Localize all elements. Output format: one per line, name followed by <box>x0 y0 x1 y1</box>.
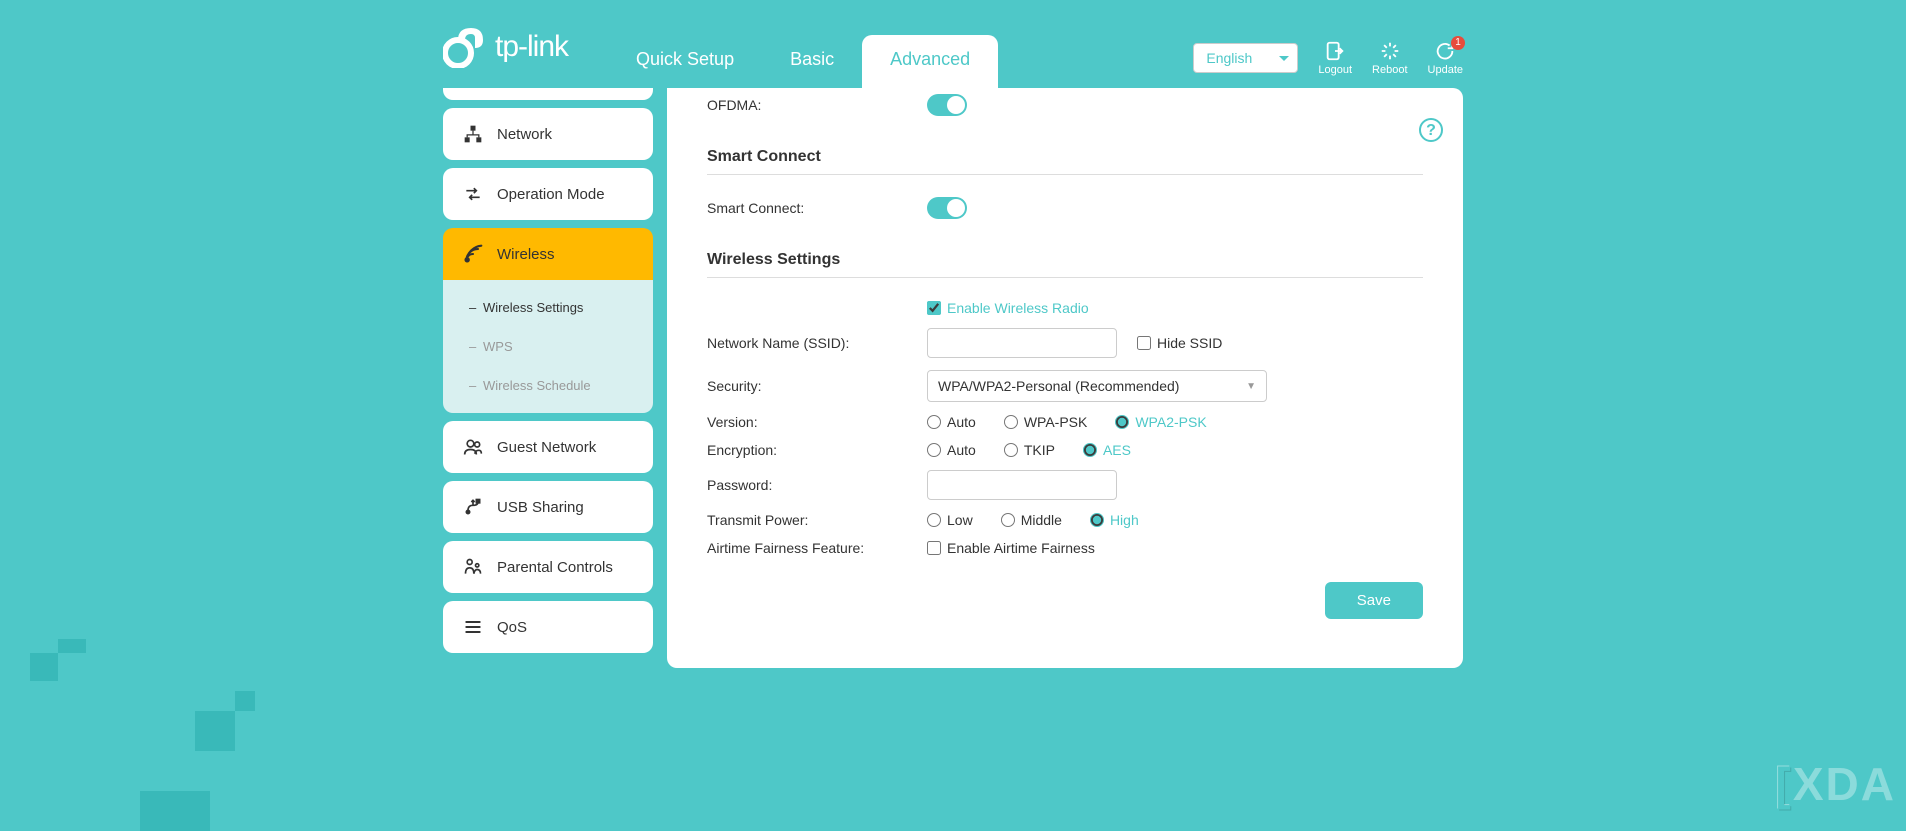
ssid-input[interactable] <box>927 328 1117 358</box>
tab-basic[interactable]: Basic <box>762 35 862 88</box>
sidebar-item-guest-network[interactable]: Guest Network <box>443 421 653 473</box>
enable-wireless-radio-checkbox[interactable]: Enable Wireless Radio <box>927 300 1089 316</box>
ssid-label: Network Name (SSID): <box>707 335 927 351</box>
operation-mode-icon <box>463 184 483 204</box>
network-icon <box>463 124 483 144</box>
save-button[interactable]: Save <box>1325 582 1423 619</box>
version-auto-radio[interactable]: Auto <box>927 414 976 430</box>
tplink-logo-icon <box>443 26 485 68</box>
parental-icon <box>463 557 483 577</box>
update-button[interactable]: 1 Update <box>1428 40 1463 76</box>
hide-ssid-checkbox[interactable]: Hide SSID <box>1137 335 1222 351</box>
security-select[interactable]: WPA/WPA2-Personal (Recommended) <box>927 370 1267 402</box>
logout-icon <box>1324 40 1346 62</box>
smart-connect-toggle[interactable] <box>927 197 967 219</box>
security-label: Security: <box>707 378 927 394</box>
subnav-wireless-settings[interactable]: Wireless Settings <box>443 288 653 327</box>
wireless-icon <box>463 244 483 264</box>
encryption-tkip-radio[interactable]: TKIP <box>1004 442 1055 458</box>
transmit-middle-radio[interactable]: Middle <box>1001 512 1062 528</box>
password-input[interactable] <box>927 470 1117 500</box>
update-badge: 1 <box>1451 36 1465 50</box>
tab-advanced[interactable]: Advanced <box>862 35 998 88</box>
encryption-aes-radio[interactable]: AES <box>1083 442 1131 458</box>
sidebar-item-wireless[interactable]: Wireless <box>443 228 653 280</box>
version-wpapsk-radio[interactable]: WPA-PSK <box>1004 414 1088 430</box>
sidebar: Network Operation Mode Wireless Wireless… <box>443 88 653 668</box>
encryption-label: Encryption: <box>707 442 927 458</box>
transmit-power-label: Transmit Power: <box>707 512 927 528</box>
usb-icon <box>463 497 483 517</box>
subnav-wps[interactable]: WPS <box>443 327 653 366</box>
reboot-icon <box>1379 40 1401 62</box>
content-panel: ? OFDMA: Smart Connect Smart Connect: Wi… <box>667 88 1463 668</box>
transmit-high-radio[interactable]: High <box>1090 512 1139 528</box>
reboot-button[interactable]: Reboot <box>1372 40 1407 76</box>
sidebar-item-parental-controls[interactable]: Parental Controls <box>443 541 653 593</box>
guest-network-icon <box>463 437 483 457</box>
smart-connect-label: Smart Connect: <box>707 200 927 216</box>
tab-quick-setup[interactable]: Quick Setup <box>608 35 762 88</box>
ofdma-label: OFDMA: <box>707 97 927 113</box>
subnav-wireless-schedule[interactable]: Wireless Schedule <box>443 366 653 405</box>
transmit-low-radio[interactable]: Low <box>927 512 973 528</box>
sidebar-item-partial[interactable] <box>443 88 653 100</box>
logout-button[interactable]: Logout <box>1318 40 1352 76</box>
airtime-label: Airtime Fairness Feature: <box>707 540 927 556</box>
sidebar-item-qos[interactable]: QoS <box>443 601 653 653</box>
airtime-fairness-checkbox[interactable]: Enable Airtime Fairness <box>927 540 1095 556</box>
ofdma-toggle[interactable] <box>927 94 967 116</box>
qos-icon <box>463 617 483 637</box>
language-select[interactable]: English <box>1193 43 1298 73</box>
version-wpa2psk-radio[interactable]: WPA2-PSK <box>1115 414 1206 430</box>
sidebar-item-network[interactable]: Network <box>443 108 653 160</box>
password-label: Password: <box>707 477 927 493</box>
smart-connect-title: Smart Connect <box>707 122 1423 175</box>
brand-name: tp-link <box>495 30 568 64</box>
sidebar-item-operation-mode[interactable]: Operation Mode <box>443 168 653 220</box>
help-icon[interactable]: ? <box>1419 118 1443 142</box>
encryption-auto-radio[interactable]: Auto <box>927 442 976 458</box>
version-label: Version: <box>707 414 927 430</box>
brand-logo: tp-link <box>443 26 568 88</box>
watermark: [XDA <box>1776 757 1896 811</box>
wireless-submenu: Wireless Settings WPS Wireless Schedule <box>443 280 653 413</box>
sidebar-item-usb-sharing[interactable]: USB Sharing <box>443 481 653 533</box>
wireless-settings-title: Wireless Settings <box>707 225 1423 278</box>
